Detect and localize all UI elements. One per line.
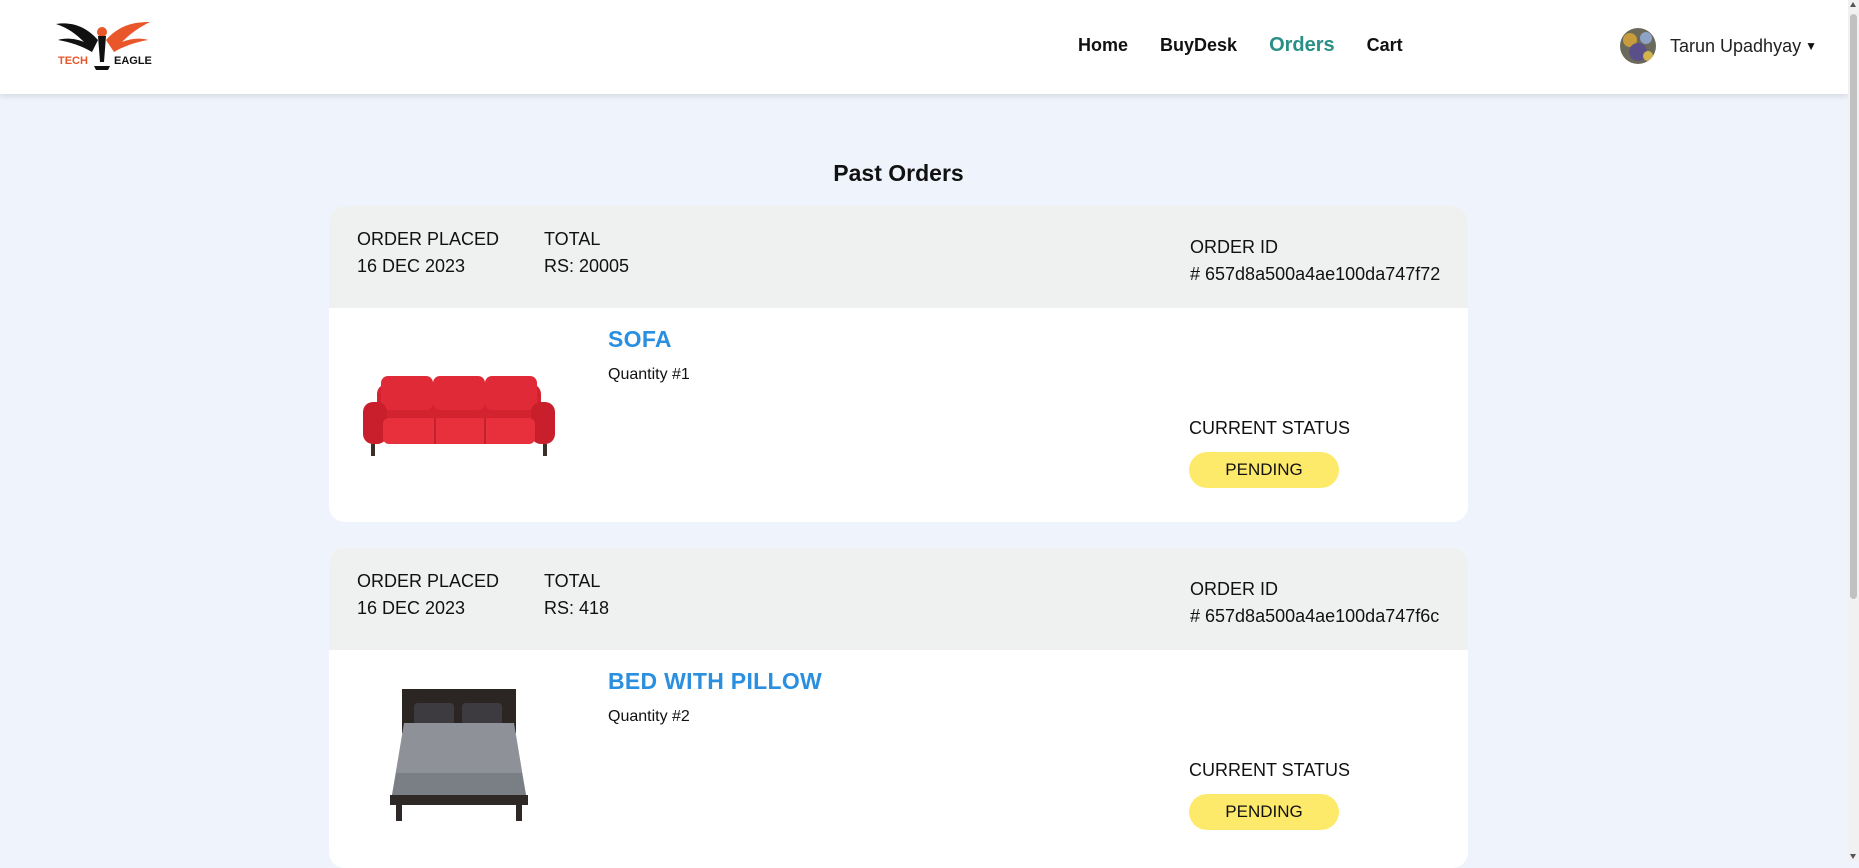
current-status-label: CURRENT STATUS: [1189, 760, 1351, 780]
nav-buydesk[interactable]: BuyDesk: [1160, 35, 1237, 56]
order-id-value: # 657d8a500a4ae100da747f72: [1190, 264, 1441, 284]
logo-text-eagle: EAGLE: [114, 55, 152, 67]
scrollbar-thumb[interactable]: [1850, 14, 1857, 599]
logo-text-tech: TECH: [58, 55, 88, 67]
order-total-label: TOTAL: [544, 229, 601, 249]
order-placed-date: 16 DEC 2023: [357, 256, 466, 276]
order-total-value: RS: 418: [544, 598, 610, 618]
sofa-icon: [363, 376, 555, 456]
brand-logo[interactable]: TECH EAGLE: [54, 18, 154, 74]
order-id-label: ORDER ID: [1190, 237, 1279, 257]
product-quantity: Quantity #2: [608, 708, 690, 725]
order-card: ORDER PLACED 16 DEC 2023 TOTAL RS: 20005…: [329, 206, 1468, 522]
order-total-label: TOTAL: [544, 571, 601, 591]
current-status-label: CURRENT STATUS: [1189, 418, 1351, 438]
order-placed: ORDER PLACED 16 DEC 2023: [357, 226, 499, 280]
order-body: SOFA Quantity #1 CURRENT STATUS PENDING: [329, 308, 1468, 522]
order-body: BED WITH PILLOW Quantity #2 CURRENT STAT…: [329, 650, 1468, 864]
page-title: Past Orders: [833, 160, 964, 186]
status-badge: PENDING: [1189, 452, 1339, 488]
scroll-down-icon[interactable]: [1850, 854, 1856, 859]
product-image[interactable]: [359, 678, 559, 838]
order-id: ORDER ID # 657d8a500a4ae100da747f6c: [1190, 576, 1439, 630]
order-placed: ORDER PLACED 16 DEC 2023: [357, 568, 499, 622]
order-total: TOTAL RS: 418: [544, 568, 609, 622]
product-name[interactable]: SOFA: [608, 326, 672, 353]
order-header: ORDER PLACED 16 DEC 2023 TOTAL RS: 20005…: [329, 206, 1468, 308]
bed-icon: [390, 689, 528, 821]
order-header: ORDER PLACED 16 DEC 2023 TOTAL RS: 418 O…: [329, 548, 1468, 650]
top-navigation-bar: TECH EAGLE Home BuyDesk Orders Cart Taru…: [0, 0, 1848, 94]
user-menu[interactable]: Tarun Upadhyay ▼: [1620, 28, 1817, 64]
order-id-label: ORDER ID: [1190, 579, 1279, 599]
product-image[interactable]: [359, 336, 559, 496]
order-total: TOTAL RS: 20005: [544, 226, 629, 280]
order-total-value: RS: 20005: [544, 256, 630, 276]
main-nav: Home BuyDesk Orders Cart: [1078, 34, 1435, 57]
user-name: Tarun Upadhyay: [1670, 35, 1802, 56]
product-name[interactable]: BED WITH PILLOW: [608, 668, 822, 695]
product-quantity: Quantity #1: [608, 366, 690, 383]
nav-cart[interactable]: Cart: [1367, 35, 1403, 56]
chevron-down-icon[interactable]: ▼: [1805, 39, 1817, 53]
page-scrollbar[interactable]: [1848, 0, 1859, 861]
order-id-value: # 657d8a500a4ae100da747f6c: [1190, 606, 1440, 626]
order-id: ORDER ID # 657d8a500a4ae100da747f72: [1190, 234, 1440, 288]
nav-orders[interactable]: Orders: [1269, 34, 1335, 57]
scroll-up-icon[interactable]: [1850, 2, 1856, 7]
order-placed-label: ORDER PLACED: [357, 571, 500, 591]
order-card: ORDER PLACED 16 DEC 2023 TOTAL RS: 418 O…: [329, 548, 1468, 868]
order-placed-label: ORDER PLACED: [357, 229, 500, 249]
order-placed-date: 16 DEC 2023: [357, 598, 466, 618]
avatar: [1620, 28, 1656, 64]
nav-home[interactable]: Home: [1078, 35, 1128, 56]
status-badge: PENDING: [1189, 794, 1339, 830]
